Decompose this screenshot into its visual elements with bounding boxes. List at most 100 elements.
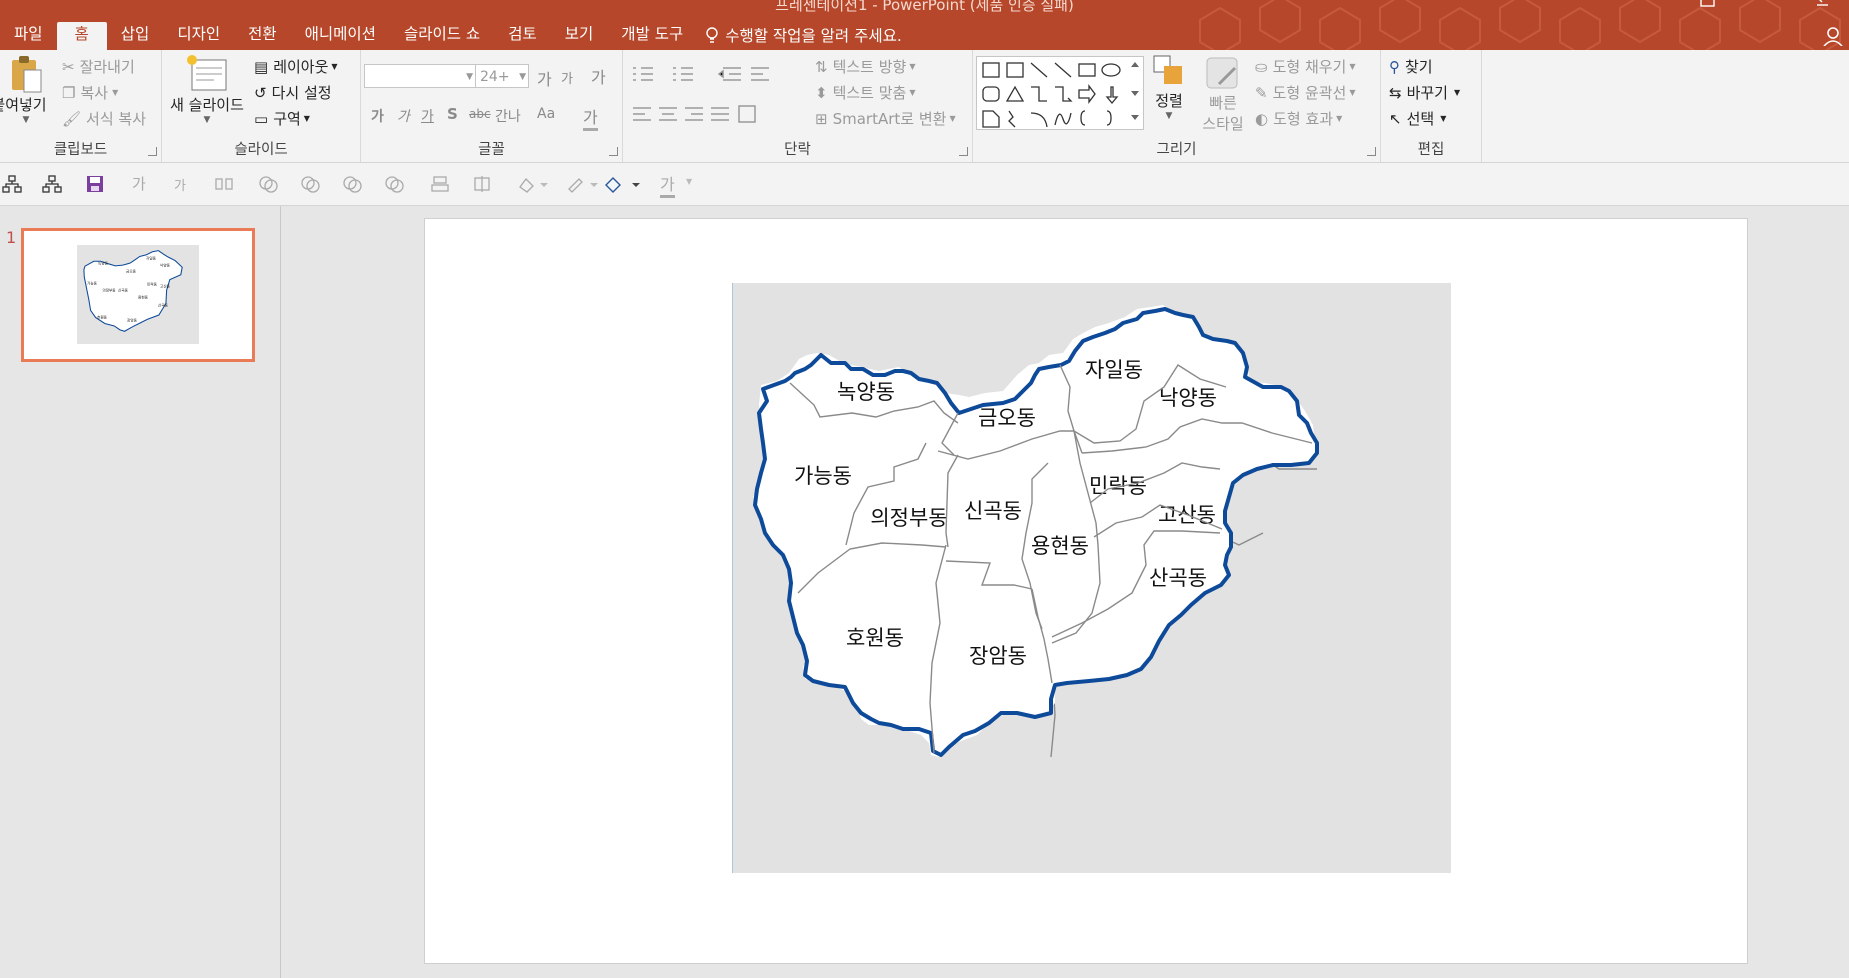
new-slide-dropdown-icon[interactable]: ▼ <box>204 115 211 125</box>
tell-me-text: 수행할 작업을 알려 주세요. <box>725 27 902 45</box>
shrink-font-button[interactable]: 가 <box>561 68 573 87</box>
text-grow-icon[interactable]: 가 <box>132 173 146 194</box>
drawing-group: 정렬 ▼ 빠른 스타일 ⛀ 도형 채우기 ▼ ✎ 도형 윤곽선 ▼ ◐ 도형 효과 ▼ 그리… <box>973 50 1381 162</box>
combine-shapes-icon[interactable] <box>300 175 322 193</box>
strikethrough-button[interactable]: abc <box>469 107 491 121</box>
thumb-label-ganeung: 가능동 <box>87 281 97 286</box>
smartart-button[interactable]: ⊞ SmartArt로 변환 ▼ <box>815 108 956 129</box>
slide-thumbnail[interactable]: 녹양동 가능동 금오동 자일동 낙양동 민락동 신곡동 의정부동 고산동 용현동… <box>21 228 255 362</box>
shape-gallery[interactable] <box>976 56 1144 130</box>
shape-effects-quick-icon[interactable] <box>604 175 644 193</box>
new-slide-button[interactable]: 새 슬라이드 ▼ <box>168 54 246 125</box>
tab-design[interactable]: 디자인 <box>163 22 234 50</box>
label-minrak-dong: 민락동 <box>1089 474 1147 498</box>
thumb-label-jail: 자일동 <box>146 256 156 261</box>
align-icon[interactable] <box>430 175 450 193</box>
label-howon-dong: 호원동 <box>846 626 904 650</box>
align-text-button[interactable]: ⬍ 텍스트 맞춤 ▼ <box>815 82 916 103</box>
tab-file[interactable]: 파일 <box>0 22 57 50</box>
shadow-button[interactable]: S <box>447 105 458 123</box>
subtract-shapes-icon[interactable] <box>384 175 406 193</box>
text-direction-icon: ⇅ <box>815 57 828 76</box>
lightbulb-icon <box>706 27 718 43</box>
label-sangok-dong: 산곡동 <box>1149 566 1207 590</box>
intersect-shapes-icon[interactable] <box>342 175 364 193</box>
shape-outline-button[interactable]: ✎ 도형 윤곽선 ▼ <box>1255 82 1356 103</box>
char-spacing-button[interactable]: 간나 <box>495 106 521 126</box>
text-direction-button[interactable]: ⇅ 텍스트 방향 ▼ <box>815 56 916 77</box>
reset-button[interactable]: ↺ 다시 설정 <box>254 82 332 103</box>
union-shapes-icon[interactable] <box>258 175 280 193</box>
tab-animations[interactable]: 애니메이션 <box>291 22 390 50</box>
clipboard-group-label: 클립보드 <box>53 142 108 158</box>
shapes-icons <box>982 62 1139 128</box>
shape-effects-button[interactable]: ◐ 도형 효과 ▼ <box>1255 108 1342 129</box>
thumb-label-noksang: 녹양동 <box>98 261 108 266</box>
slides-group-label: 슬라이드 <box>234 142 288 158</box>
tab-view[interactable]: 보기 <box>551 22 608 50</box>
fill-color-icon[interactable] <box>516 175 550 193</box>
outline-color-icon[interactable] <box>566 175 600 193</box>
copy-button[interactable]: ❐ 복사 ▼ <box>62 82 118 103</box>
font-color-button[interactable]: 가 <box>583 104 598 131</box>
thumb-label-nakyang: 낙양동 <box>160 263 170 268</box>
section-icon: ▭ <box>254 109 269 128</box>
text-color-dropdown-icon[interactable]: ▼ <box>686 177 692 186</box>
text-shrink-icon[interactable]: 가 <box>174 175 186 194</box>
layout-icon: ▤ <box>254 57 269 76</box>
smartart-icon: ⊞ <box>815 109 828 128</box>
tab-slideshow[interactable]: 슬라이드 쇼 <box>390 22 494 50</box>
tell-me-search[interactable]: 수행할 작업을 알려 주세요. <box>705 22 902 50</box>
thumbnail-map-shape <box>83 250 183 332</box>
font-name-combo[interactable]: ▼ <box>364 64 476 88</box>
org-chart-icon[interactable] <box>2 175 22 193</box>
ribbon-display-icon[interactable] <box>1700 0 1716 8</box>
minimize-icon[interactable] <box>1815 0 1831 8</box>
paste-button[interactable]: 붙여넣기 ▼ <box>0 54 52 125</box>
underline-button[interactable]: 가 <box>421 106 434 126</box>
font-launcher-icon[interactable] <box>609 147 618 156</box>
change-case-button[interactable]: Aa <box>537 106 555 122</box>
shape-fill-button[interactable]: ⛀ 도형 채우기 ▼ <box>1255 56 1356 77</box>
map-image[interactable]: 녹양동 가능동 금오동 자일동 낙양동 민락동 신곡동 의정부동 고산동 용현동… <box>732 283 1451 873</box>
text-color-quick-icon[interactable]: 가 <box>660 171 675 198</box>
hierarchy-icon[interactable] <box>42 175 62 193</box>
paste-dropdown-icon[interactable]: ▼ <box>23 115 30 125</box>
font-size-combo[interactable]: 24+ ▼ <box>475 64 529 88</box>
clipboard-launcher-icon[interactable] <box>148 147 157 156</box>
layout-button[interactable]: ▤ 레이아웃 ▼ <box>254 56 338 77</box>
section-button[interactable]: ▭ 구역 ▼ <box>254 108 310 129</box>
font-size-dropdown-icon[interactable]: ▼ <box>519 65 526 89</box>
cut-button[interactable]: ✂ 잘라내기 <box>62 56 135 77</box>
find-button[interactable]: ⚲ 찾기 <box>1389 56 1433 77</box>
label-gosan-dong: 고산동 <box>1158 503 1216 527</box>
italic-button[interactable]: 가 <box>397 106 410 126</box>
replace-button[interactable]: ⇆ 바꾸기 ▼ <box>1389 82 1460 103</box>
bold-button[interactable]: 가 <box>371 106 384 126</box>
paragraph-format-icons <box>633 67 769 123</box>
arrange-button[interactable]: 정렬 ▼ <box>1147 54 1191 121</box>
thumb-label-uijeongbu: 의정부동 <box>102 288 116 293</box>
tab-review[interactable]: 검토 <box>494 22 551 50</box>
tab-home[interactable]: 홈 <box>56 22 107 50</box>
distribute-icon[interactable] <box>214 175 236 193</box>
clipboard-group: 붙여넣기 ▼ ✂잘라내기 ❐복사▼ 🖌서식 복사 클립보드 <box>0 50 162 162</box>
editing-group-label: 편집 <box>1417 142 1445 158</box>
paragraph-launcher-icon[interactable] <box>959 147 968 156</box>
format-painter-button[interactable]: 🖌 서식 복사 <box>62 108 146 129</box>
drawing-group-label: 그리기 <box>1156 142 1197 158</box>
tab-transitions[interactable]: 전환 <box>234 22 291 50</box>
quick-styles-button[interactable]: 빠른 스타일 <box>1195 54 1251 134</box>
group-icon[interactable] <box>472 175 492 193</box>
font-name-dropdown-icon[interactable]: ▼ <box>466 65 473 89</box>
tab-developer[interactable]: 개발 도구 <box>607 22 697 50</box>
save-icon[interactable] <box>86 175 104 193</box>
grow-font-button[interactable]: 가 <box>537 66 552 90</box>
select-button[interactable]: ↖ 선택 ▼ <box>1389 108 1446 129</box>
user-account-icon[interactable] <box>1823 26 1843 46</box>
thumb-label-minrak: 민락동 <box>147 282 157 287</box>
slide[interactable]: 녹양동 가능동 금오동 자일동 낙양동 민락동 신곡동 의정부동 고산동 용현동… <box>425 219 1747 963</box>
tab-insert[interactable]: 삽입 <box>107 22 164 50</box>
clear-format-button[interactable]: 가 <box>591 64 606 88</box>
drawing-launcher-icon[interactable] <box>1367 147 1376 156</box>
